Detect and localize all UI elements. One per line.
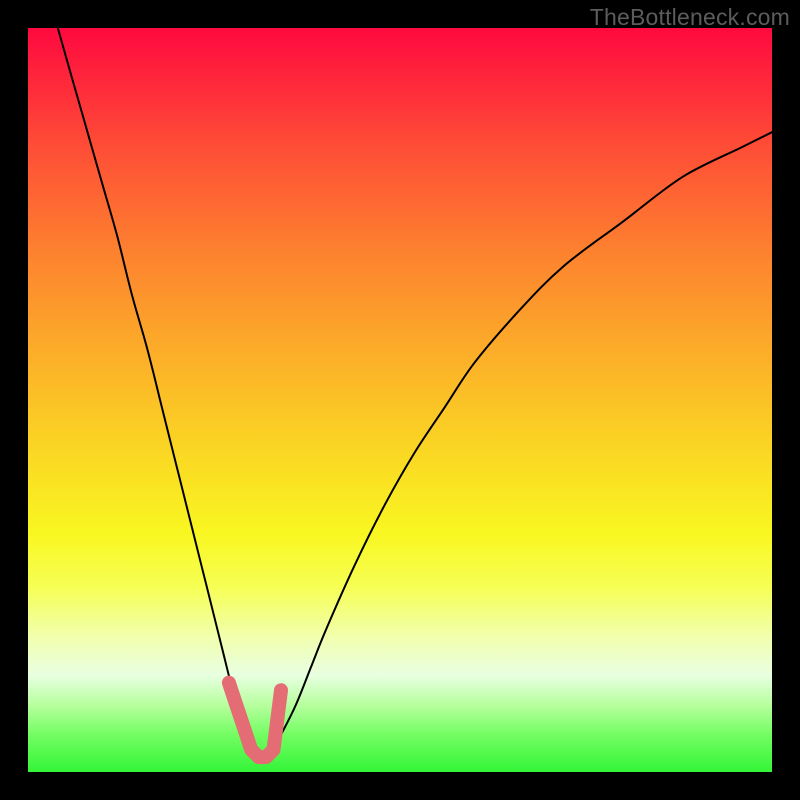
chart-frame: TheBottleneck.com bbox=[0, 0, 800, 800]
highlighted-points bbox=[229, 683, 281, 757]
bottleneck-curve bbox=[58, 28, 772, 758]
watermark-label: TheBottleneck.com bbox=[590, 4, 790, 31]
plot-area bbox=[28, 28, 772, 772]
curve-svg bbox=[28, 28, 772, 772]
